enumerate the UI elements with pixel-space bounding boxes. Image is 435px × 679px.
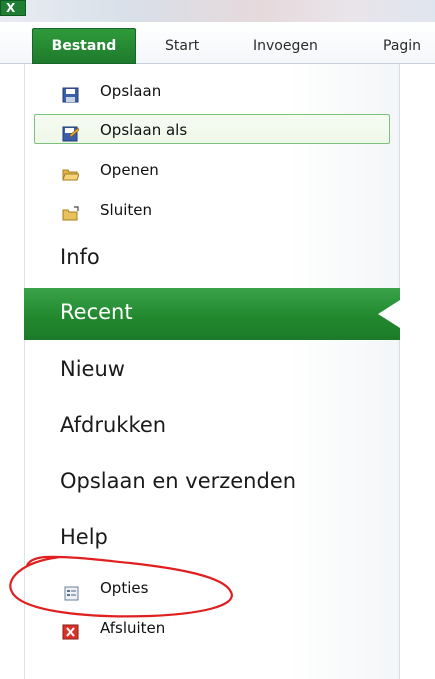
options-icon bbox=[64, 581, 81, 601]
excel-icon[interactable]: X bbox=[0, 0, 26, 16]
open-folder-icon bbox=[62, 162, 80, 181]
save-as-icon bbox=[62, 122, 80, 142]
tab-invoegen[interactable]: Invoegen bbox=[253, 36, 318, 56]
opslaan-als-command[interactable]: Opslaan als bbox=[34, 114, 390, 144]
title-bar bbox=[0, 0, 435, 22]
recent-tab[interactable]: Recent bbox=[24, 288, 400, 340]
info-tab[interactable]: Info bbox=[60, 245, 100, 269]
afdrukken-tab[interactable]: Afdrukken bbox=[60, 413, 166, 437]
close-folder-icon bbox=[62, 202, 79, 221]
tab-bestand[interactable]: Bestand bbox=[32, 28, 136, 64]
opslaan-als-label: Opslaan als bbox=[100, 121, 188, 139]
save-icon bbox=[62, 83, 79, 103]
sluiten-command[interactable]: Sluiten bbox=[34, 195, 390, 225]
recent-label: Recent bbox=[60, 300, 133, 324]
exit-icon bbox=[62, 620, 79, 640]
opslaan-command[interactable]: Opslaan bbox=[34, 76, 390, 106]
opslaan-label: Opslaan bbox=[100, 82, 162, 100]
nieuw-tab[interactable]: Nieuw bbox=[60, 357, 125, 381]
opties-command[interactable]: Opties bbox=[34, 573, 390, 603]
openen-label: Openen bbox=[100, 161, 159, 179]
ribbon-tabs: Bestand Start Invoegen Pagin bbox=[0, 22, 435, 64]
opties-label: Opties bbox=[100, 579, 149, 597]
opslaan-en-verzenden-tab[interactable]: Opslaan en verzenden bbox=[60, 469, 296, 493]
help-tab[interactable]: Help bbox=[60, 525, 108, 549]
afsluiten-label: Afsluiten bbox=[100, 619, 166, 637]
tab-start[interactable]: Start bbox=[165, 36, 199, 56]
tab-pagina[interactable]: Pagin bbox=[383, 36, 421, 56]
afsluiten-command[interactable]: Afsluiten bbox=[34, 613, 390, 643]
panel-divider bbox=[399, 64, 400, 679]
sluiten-label: Sluiten bbox=[100, 201, 152, 219]
selection-notch bbox=[378, 300, 400, 328]
openen-command[interactable]: Openen bbox=[34, 155, 390, 185]
